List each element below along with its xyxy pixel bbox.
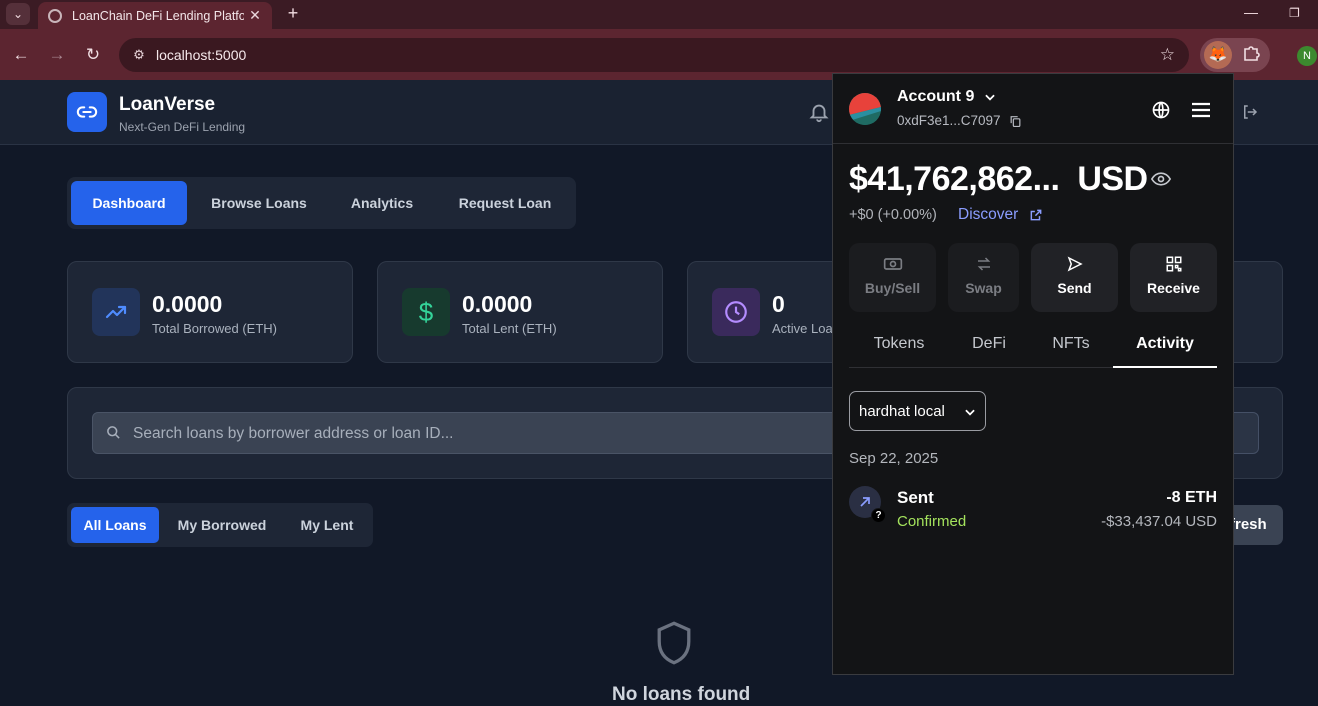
account-avatar[interactable]	[849, 93, 881, 125]
trending-up-icon	[92, 288, 140, 336]
stat-value: 0.0000	[152, 291, 223, 317]
back-button[interactable]: ←	[10, 44, 32, 66]
hamburger-menu-icon[interactable]	[1191, 101, 1211, 124]
account-address[interactable]: 0xdF3e1...C7097	[897, 113, 1001, 128]
send-button[interactable]: Send	[1031, 243, 1118, 312]
balance-change: +$0 (+0.00%)	[849, 207, 937, 223]
tab-my-lent[interactable]: My Lent	[285, 507, 369, 543]
tx-status: Confirmed	[897, 513, 967, 530]
tx-type[interactable]: Sent	[897, 488, 934, 508]
address-bar-url: localhost:5000	[156, 47, 247, 63]
swap-arrows-icon	[948, 255, 1019, 273]
stat-card-total-borrowed: 0.0000 Total Borrowed (ETH)	[67, 261, 353, 363]
network-selector[interactable]: hardhat local	[849, 391, 986, 431]
extensions-group: 🦊	[1200, 38, 1270, 72]
question-badge-icon: ?	[871, 508, 886, 523]
active-tab-indicator	[1113, 366, 1217, 368]
buy-sell-label: Buy/Sell	[864, 280, 921, 296]
activity-date: Sep 22, 2025	[849, 450, 939, 467]
buy-sell-button[interactable]: Buy/Sell	[849, 243, 936, 312]
new-tab-button[interactable]: +	[282, 3, 304, 25]
brand-tagline: Next-Gen DeFi Lending	[119, 120, 246, 134]
tab-analytics[interactable]: Analytics	[331, 181, 433, 225]
stat-card-total-lent: $ 0.0000 Total Lent (ETH)	[377, 261, 663, 363]
chevron-down-icon	[963, 405, 977, 423]
banknote-icon	[849, 255, 936, 273]
shield-icon	[654, 620, 694, 671]
account-name[interactable]: Account 9	[897, 88, 974, 106]
send-arrow-icon	[1031, 255, 1118, 273]
close-tab-icon[interactable]: ✕	[244, 7, 266, 24]
tab-my-borrowed[interactable]: My Borrowed	[167, 507, 277, 543]
wallet-popup: Account 9 0xdF3e1...C7097 $41,762,862...…	[832, 73, 1234, 675]
wallet-header: Account 9 0xdF3e1...C7097	[833, 74, 1233, 144]
brand-name: LoanVerse	[119, 94, 216, 115]
metamask-fox-icon[interactable]: 🦊	[1204, 41, 1232, 69]
loan-filter-tabs: All Loans My Borrowed My Lent	[67, 503, 373, 547]
tab-dashboard[interactable]: Dashboard	[71, 181, 187, 225]
tab-all-loans[interactable]: All Loans	[71, 507, 159, 543]
receive-label: Receive	[1147, 280, 1200, 296]
extensions-puzzle-icon[interactable]	[1242, 44, 1260, 67]
tx-amount: -8 ETH	[1166, 489, 1217, 506]
search-input[interactable]: Search loans by borrower address or loan…	[92, 412, 852, 454]
tx-usd-value: -$33,437.04 USD	[1101, 513, 1217, 530]
forward-button[interactable]: →	[46, 44, 68, 66]
search-icon	[106, 425, 121, 445]
dollar-icon: $	[402, 288, 450, 336]
logout-icon[interactable]	[1241, 103, 1259, 126]
empty-state-text: No loans found	[612, 684, 751, 705]
stat-label: Total Lent (ETH)	[462, 321, 557, 336]
profile-avatar[interactable]: N	[1297, 46, 1317, 66]
bookmark-star-icon[interactable]: ☆	[1160, 45, 1175, 65]
send-label: Send	[1057, 280, 1092, 296]
stat-label: Total Borrowed (ETH)	[152, 321, 277, 336]
chevron-down-icon[interactable]	[983, 90, 997, 109]
balance-currency: USD	[1077, 160, 1148, 198]
browser-tabstrip: ⌄ LoanChain DeFi Lending Platform ✕ + — …	[0, 0, 1318, 29]
stat-label: Active Loa	[772, 321, 833, 336]
browser-tab-title: LoanChain DeFi Lending Platform	[72, 8, 244, 23]
swap-button[interactable]: Swap	[948, 243, 1019, 312]
reload-button[interactable]: ↻	[82, 44, 104, 66]
tab-browse-loans[interactable]: Browse Loans	[195, 181, 323, 225]
tab-search-button[interactable]: ⌄	[6, 3, 30, 25]
tab-activity[interactable]: Activity	[1113, 335, 1217, 353]
search-placeholder: Search loans by borrower address or loan…	[133, 425, 454, 442]
copy-icon[interactable]	[1009, 114, 1022, 133]
browser-tab[interactable]: LoanChain DeFi Lending Platform ✕	[38, 2, 272, 29]
discover-link[interactable]: Discover	[958, 206, 1018, 224]
balance-amount: $41,762,862...	[849, 160, 1060, 198]
address-bar[interactable]: ⚙ localhost:5000 ☆	[119, 38, 1189, 72]
minimize-window-button[interactable]: —	[1244, 4, 1258, 20]
site-info-icon[interactable]: ⚙	[131, 47, 147, 63]
stat-value: 0.0000	[462, 291, 533, 317]
tab-request-loan[interactable]: Request Loan	[441, 181, 569, 225]
globe-favicon-icon	[48, 8, 62, 23]
wallet-balance: $41,762,862... USD	[849, 160, 1148, 199]
tab-tokens[interactable]: Tokens	[849, 335, 949, 353]
network-label: hardhat local	[859, 403, 945, 420]
refresh-button[interactable]: fresh	[1230, 505, 1283, 545]
qr-code-icon	[1130, 255, 1217, 273]
receive-button[interactable]: Receive	[1130, 243, 1217, 312]
clock-icon	[712, 288, 760, 336]
external-link-icon[interactable]	[1029, 208, 1043, 227]
wallet-tabs: Tokens DeFi NFTs Activity	[849, 326, 1217, 368]
tab-nfts[interactable]: NFTs	[1029, 335, 1113, 353]
tab-defi[interactable]: DeFi	[949, 335, 1029, 353]
eye-icon[interactable]	[1150, 171, 1172, 192]
swap-label: Swap	[965, 280, 1002, 296]
globe-icon[interactable]	[1151, 100, 1171, 125]
bell-icon[interactable]	[808, 101, 830, 128]
restore-window-button[interactable]: ❐	[1289, 6, 1300, 20]
main-nav-tabs: Dashboard Browse Loans Analytics Request…	[67, 177, 576, 229]
stat-value: 0	[772, 291, 785, 317]
link-logo-icon	[67, 92, 107, 132]
